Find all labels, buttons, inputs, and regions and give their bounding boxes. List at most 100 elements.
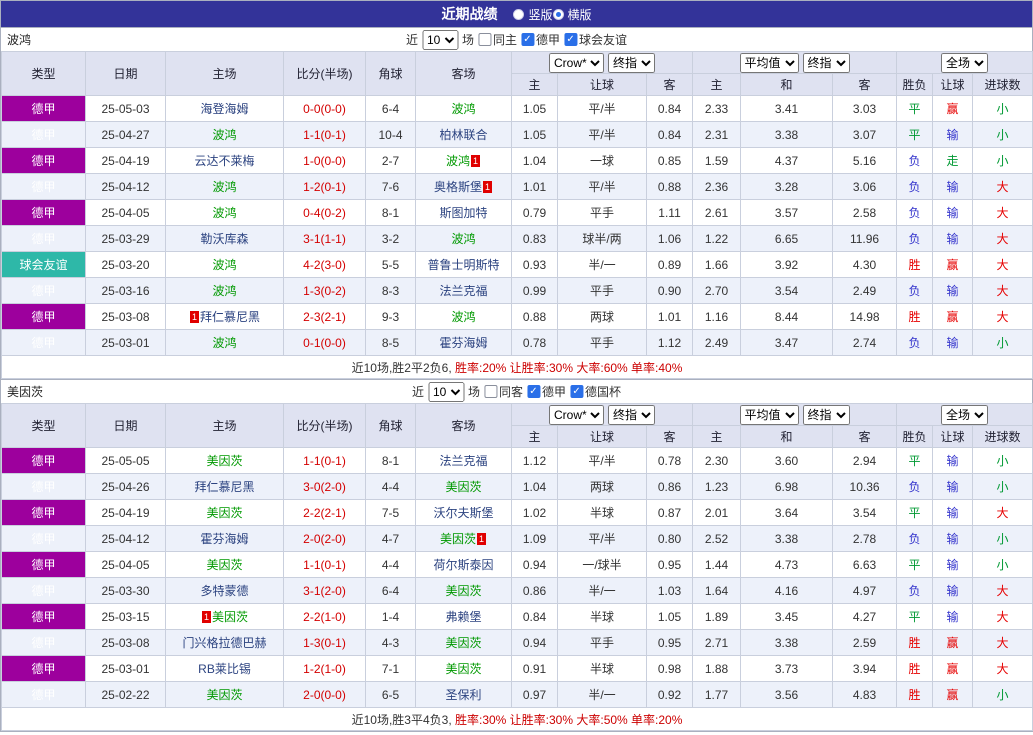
fulltime-select[interactable]: 全场 <box>941 52 989 73</box>
score-cell[interactable]: 1-2(1-0) <box>283 655 366 682</box>
score-cell[interactable]: 1-1(0-1) <box>283 551 366 578</box>
avg-home-cell: 2.01 <box>692 499 742 526</box>
away-team-link[interactable]: 美因茨 <box>445 480 481 494</box>
date-cell: 25-04-05 <box>85 551 166 578</box>
score-cell[interactable]: 3-0(2-0) <box>283 473 366 500</box>
filter-checkbox-球会友谊[interactable]: ✓ 球会友谊 <box>564 31 627 48</box>
score-cell[interactable]: 0-0(0-0) <box>283 95 366 122</box>
score-cell[interactable]: 2-0(0-0) <box>283 681 366 708</box>
score-cell[interactable]: 0-1(0-0) <box>283 329 366 356</box>
match-count-select[interactable]: 10 <box>427 381 464 402</box>
odds-source-select[interactable]: Crow* <box>549 52 605 73</box>
match-count-select[interactable]: 10 <box>421 29 458 50</box>
away-team-link[interactable]: 法兰克福 <box>439 284 487 298</box>
avg-source-select[interactable]: 平均值 <box>739 52 799 73</box>
layout-radio-horizontal[interactable]: 横版 <box>552 6 592 23</box>
odds-group-header: Crow* 终指 <box>510 51 694 74</box>
away-team-link[interactable]: 美因茨 <box>445 662 481 676</box>
corner-cell: 4-4 <box>365 551 416 578</box>
filter-checkbox-同客[interactable]: 同客 <box>483 383 523 400</box>
away-team-link[interactable]: 波鸿 <box>451 232 475 246</box>
score-cell[interactable]: 3-1(2-0) <box>283 577 366 604</box>
summary-stat: 大率:60% <box>573 360 628 375</box>
away-team-link[interactable]: 美因茨 <box>445 636 481 650</box>
layout-radio-vertical[interactable]: 竖版 <box>513 6 553 23</box>
away-team-link[interactable]: 柏林联合 <box>439 128 487 142</box>
away-team-link[interactable]: 普鲁士明斯特 <box>427 258 499 272</box>
score-cell[interactable]: 1-3(0-2) <box>283 277 366 304</box>
away-team-link[interactable]: 波鸿 <box>451 310 475 324</box>
away-team-cell: 法兰克福 <box>415 277 512 304</box>
odds-home-cell: 1.02 <box>511 499 558 526</box>
home-team-link[interactable]: 海登海姆 <box>200 102 248 116</box>
score-cell[interactable]: 4-2(3-0) <box>283 251 366 278</box>
score-cell[interactable]: 3-1(1-1) <box>283 225 366 252</box>
away-team-link[interactable]: 荷尔斯泰因 <box>433 558 493 572</box>
score-cell[interactable]: 1-2(0-1) <box>283 173 366 200</box>
away-team-link[interactable]: 圣保利 <box>445 688 481 702</box>
filter-checkbox-德国杯[interactable]: ✓ 德国杯 <box>570 383 621 400</box>
home-team-link[interactable]: 波鸿 <box>212 258 236 272</box>
corner-cell: 6-4 <box>365 577 416 604</box>
home-team-link[interactable]: 云达不莱梅 <box>194 154 254 168</box>
away-team-link[interactable]: 奥格斯堡 <box>434 180 482 194</box>
filter-checkbox-德甲[interactable]: ✓ 德甲 <box>527 383 566 400</box>
home-team-link[interactable]: 波鸿 <box>212 180 236 194</box>
column-header: 比分(半场) <box>283 403 366 448</box>
result-goals-cell: 小 <box>972 447 1033 474</box>
result-winloss-cell: 负 <box>896 277 934 304</box>
score-cell[interactable]: 1-3(0-1) <box>283 629 366 656</box>
odds-home-cell: 0.99 <box>511 277 558 304</box>
away-team-link[interactable]: 霍芬海姆 <box>439 336 487 350</box>
home-team-link[interactable]: RB莱比锡 <box>198 662 251 676</box>
home-team-link[interactable]: 美因茨 <box>212 610 248 624</box>
filter-checkbox-同主[interactable]: 同主 <box>477 31 517 48</box>
away-team-link[interactable]: 法兰克福 <box>439 454 487 468</box>
home-team-link[interactable]: 多特蒙德 <box>200 584 248 598</box>
sub-column-header: 和 <box>740 73 834 96</box>
away-team-link[interactable]: 美因茨 <box>440 532 476 546</box>
avg-time-select[interactable]: 终指 <box>802 52 850 73</box>
away-team-link[interactable]: 弗赖堡 <box>445 610 481 624</box>
checkbox-label: 球会友谊 <box>579 33 628 47</box>
odds-time-select[interactable]: 终指 <box>608 52 656 73</box>
avg-source-select[interactable]: 平均值 <box>739 404 799 425</box>
home-team-link[interactable]: 门兴格拉德巴赫 <box>182 636 266 650</box>
score-cell[interactable]: 2-0(2-0) <box>283 525 366 552</box>
home-team-link[interactable]: 霍芬海姆 <box>200 532 248 546</box>
odds-time-select[interactable]: 终指 <box>608 404 656 425</box>
handicap-line-cell: 半/一 <box>557 577 647 604</box>
away-team-link[interactable]: 美因茨 <box>445 584 481 598</box>
home-team-link[interactable]: 波鸿 <box>212 284 236 298</box>
filter-checkbox-德甲[interactable]: ✓ 德甲 <box>521 31 560 48</box>
home-team-link[interactable]: 波鸿 <box>212 336 236 350</box>
avg-time-select[interactable]: 终指 <box>802 404 850 425</box>
match-row: 德甲 25-03-16 波鸿 1-3(0-2) 8-3 法兰克福 0.99 平手 0.90 2.7… <box>1 277 1033 304</box>
away-team-link[interactable]: 斯图加特 <box>439 206 487 220</box>
home-team-link[interactable]: 拜仁慕尼黑 <box>194 480 254 494</box>
red-card-badge: 1 <box>477 533 486 545</box>
away-team-link[interactable]: 波鸿 <box>451 102 475 116</box>
home-team-link[interactable]: 波鸿 <box>212 206 236 220</box>
score-cell[interactable]: 1-0(0-0) <box>283 147 366 174</box>
score-cell[interactable]: 2-3(2-1) <box>283 303 366 330</box>
handicap-line-cell: 平/半 <box>557 121 647 148</box>
home-team-link[interactable]: 美因茨 <box>206 688 242 702</box>
home-team-link[interactable]: 美因茨 <box>206 558 242 572</box>
home-team-link[interactable]: 勒沃库森 <box>200 232 248 246</box>
away-team-link[interactable]: 波鸿 <box>446 154 470 168</box>
home-team-link[interactable]: 美因茨 <box>206 454 242 468</box>
away-team-link[interactable]: 沃尔夫斯堡 <box>433 506 493 520</box>
home-team-link[interactable]: 美因茨 <box>206 506 242 520</box>
column-header: 角球 <box>365 51 416 96</box>
score-cell[interactable]: 1-1(0-1) <box>283 121 366 148</box>
score-cell[interactable]: 2-2(1-0) <box>283 603 366 630</box>
home-team-link[interactable]: 拜仁慕尼黑 <box>200 310 260 324</box>
score-cell[interactable]: 2-2(2-1) <box>283 499 366 526</box>
odds-source-select[interactable]: Crow* <box>549 404 605 425</box>
home-team-link[interactable]: 波鸿 <box>212 128 236 142</box>
fulltime-select[interactable]: 全场 <box>941 404 989 425</box>
result-handicap-cell: 输 <box>932 199 974 226</box>
score-cell[interactable]: 0-4(0-2) <box>283 199 366 226</box>
score-cell[interactable]: 1-1(0-1) <box>283 447 366 474</box>
